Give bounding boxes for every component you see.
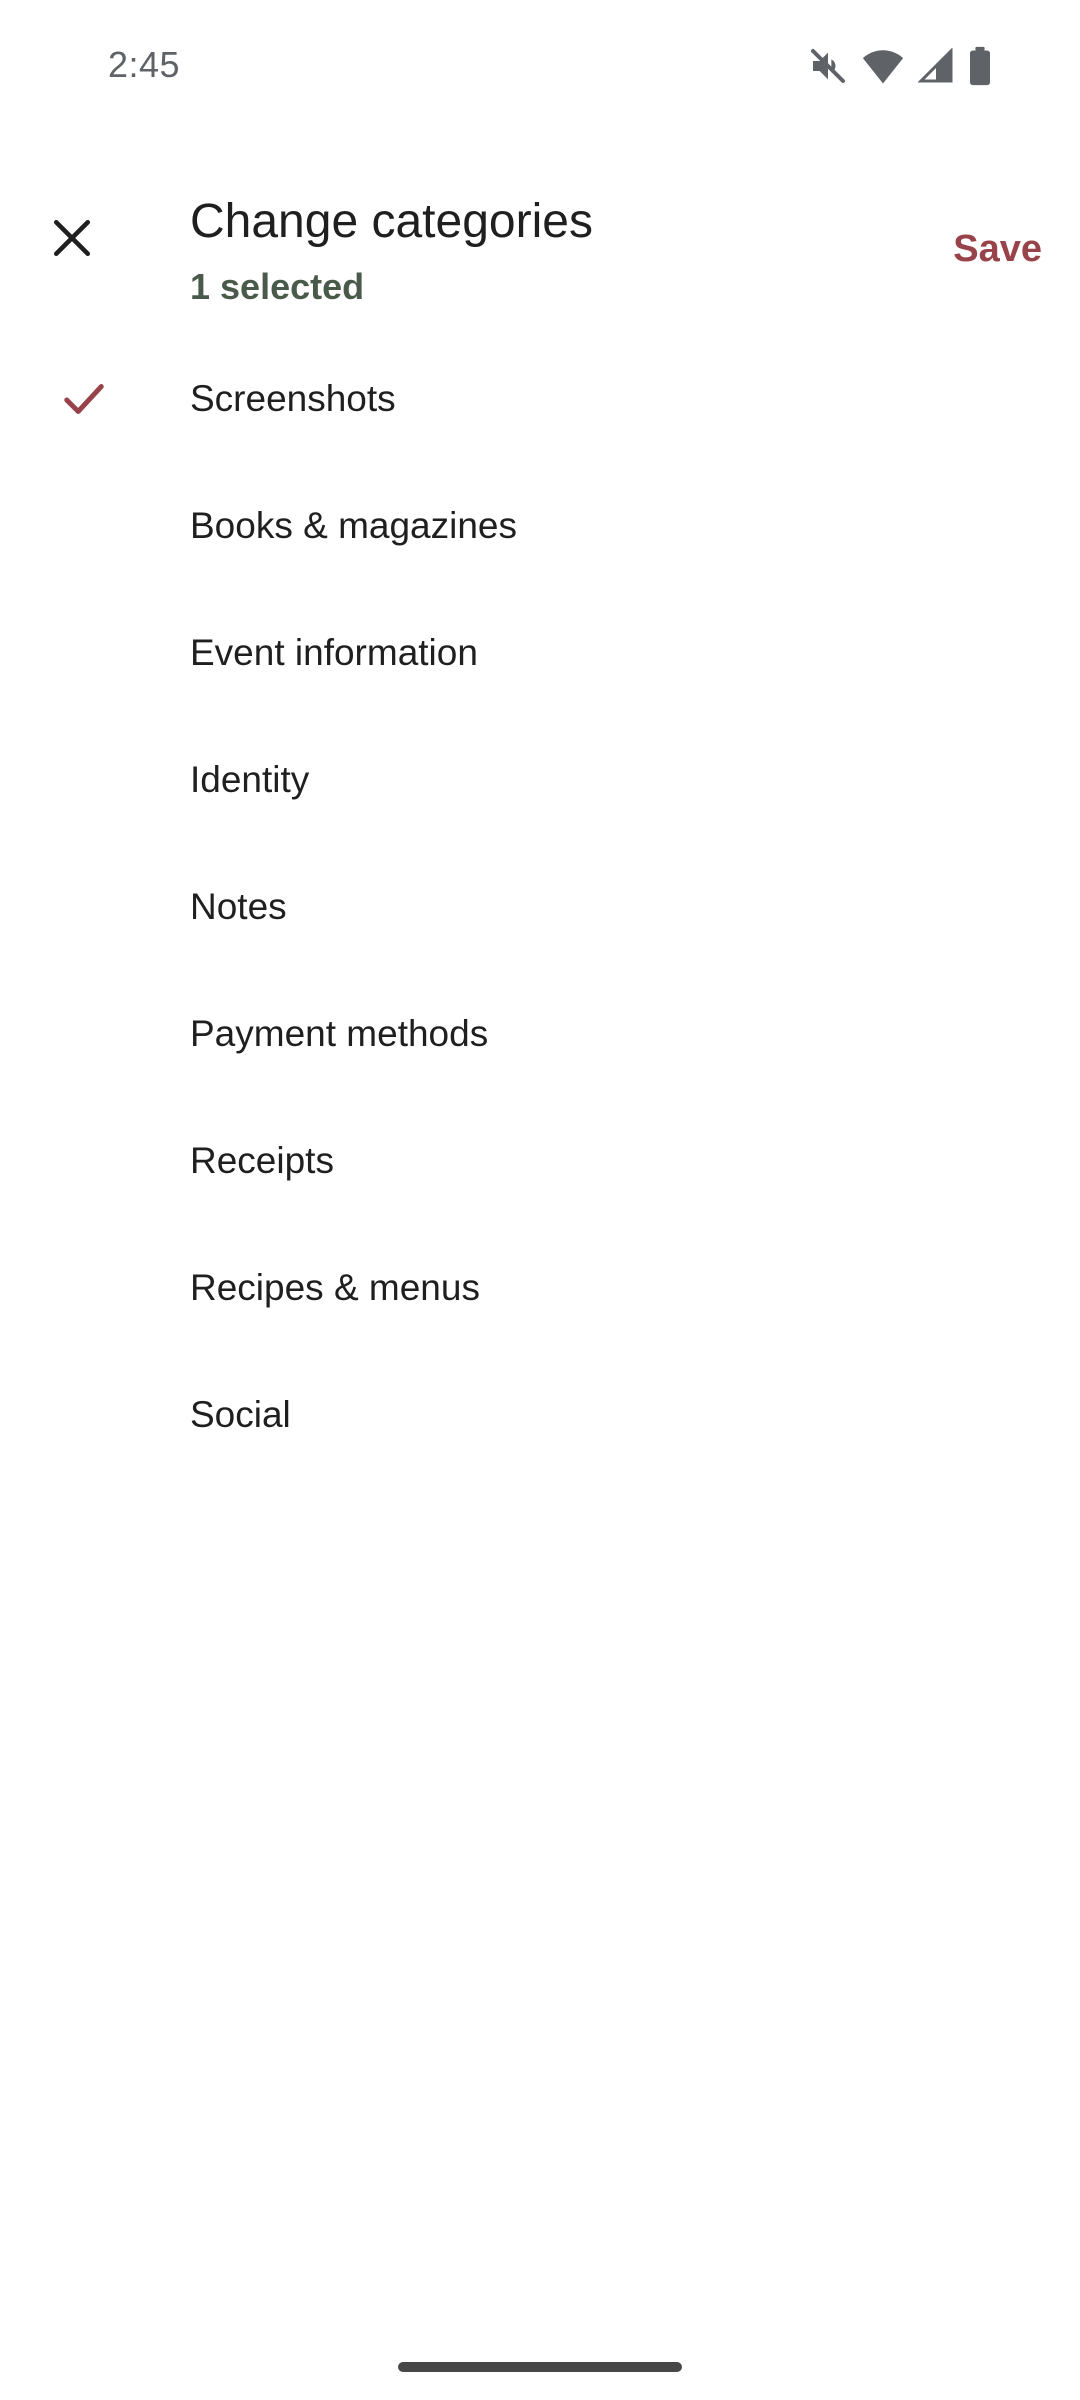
category-label: Identity xyxy=(190,758,310,800)
category-item-screenshots[interactable]: Screenshots xyxy=(0,335,1080,462)
category-item-payment-methods[interactable]: Payment methods xyxy=(0,970,1080,1097)
selected-count: 1 selected xyxy=(190,266,365,307)
status-time: 2:45 xyxy=(108,44,181,85)
category-label: Payment methods xyxy=(190,1012,489,1054)
category-item-recipes-menus[interactable]: Recipes & menus xyxy=(0,1224,1080,1351)
page-title: Change categories xyxy=(190,195,593,248)
category-item-social[interactable]: Social xyxy=(0,1351,1080,1478)
check-icon xyxy=(56,371,112,427)
category-label: Recipes & menus xyxy=(190,1266,480,1308)
category-item-identity[interactable]: Identity xyxy=(0,716,1080,843)
category-item-receipts[interactable]: Receipts xyxy=(0,1097,1080,1224)
close-icon xyxy=(51,217,93,264)
status-icons xyxy=(808,44,992,88)
mute-icon xyxy=(808,46,848,86)
category-label: Receipts xyxy=(190,1139,334,1181)
change-categories-screen: 2:45 Change categories 1 selected Save S… xyxy=(0,0,1080,2400)
category-label: Notes xyxy=(190,885,287,927)
battery-icon xyxy=(968,46,992,86)
category-item-event-information[interactable]: Event information xyxy=(0,589,1080,716)
category-label: Social xyxy=(190,1393,291,1435)
wifi-icon xyxy=(862,46,904,86)
category-item-notes[interactable]: Notes xyxy=(0,843,1080,970)
category-list: Screenshots Books & magazines Event info… xyxy=(0,335,1080,1478)
signal-icon xyxy=(918,48,954,84)
top-app-bar: Change categories 1 selected Save xyxy=(0,170,1080,330)
category-label: Screenshots xyxy=(190,377,396,419)
gesture-nav-handle[interactable] xyxy=(398,2362,682,2372)
save-button[interactable]: Save xyxy=(949,222,1046,277)
category-label: Books & magazines xyxy=(190,504,518,546)
category-item-books-magazines[interactable]: Books & magazines xyxy=(0,462,1080,589)
category-label: Event information xyxy=(190,631,478,673)
close-button[interactable] xyxy=(36,204,108,276)
status-bar: 2:45 xyxy=(0,0,1080,130)
